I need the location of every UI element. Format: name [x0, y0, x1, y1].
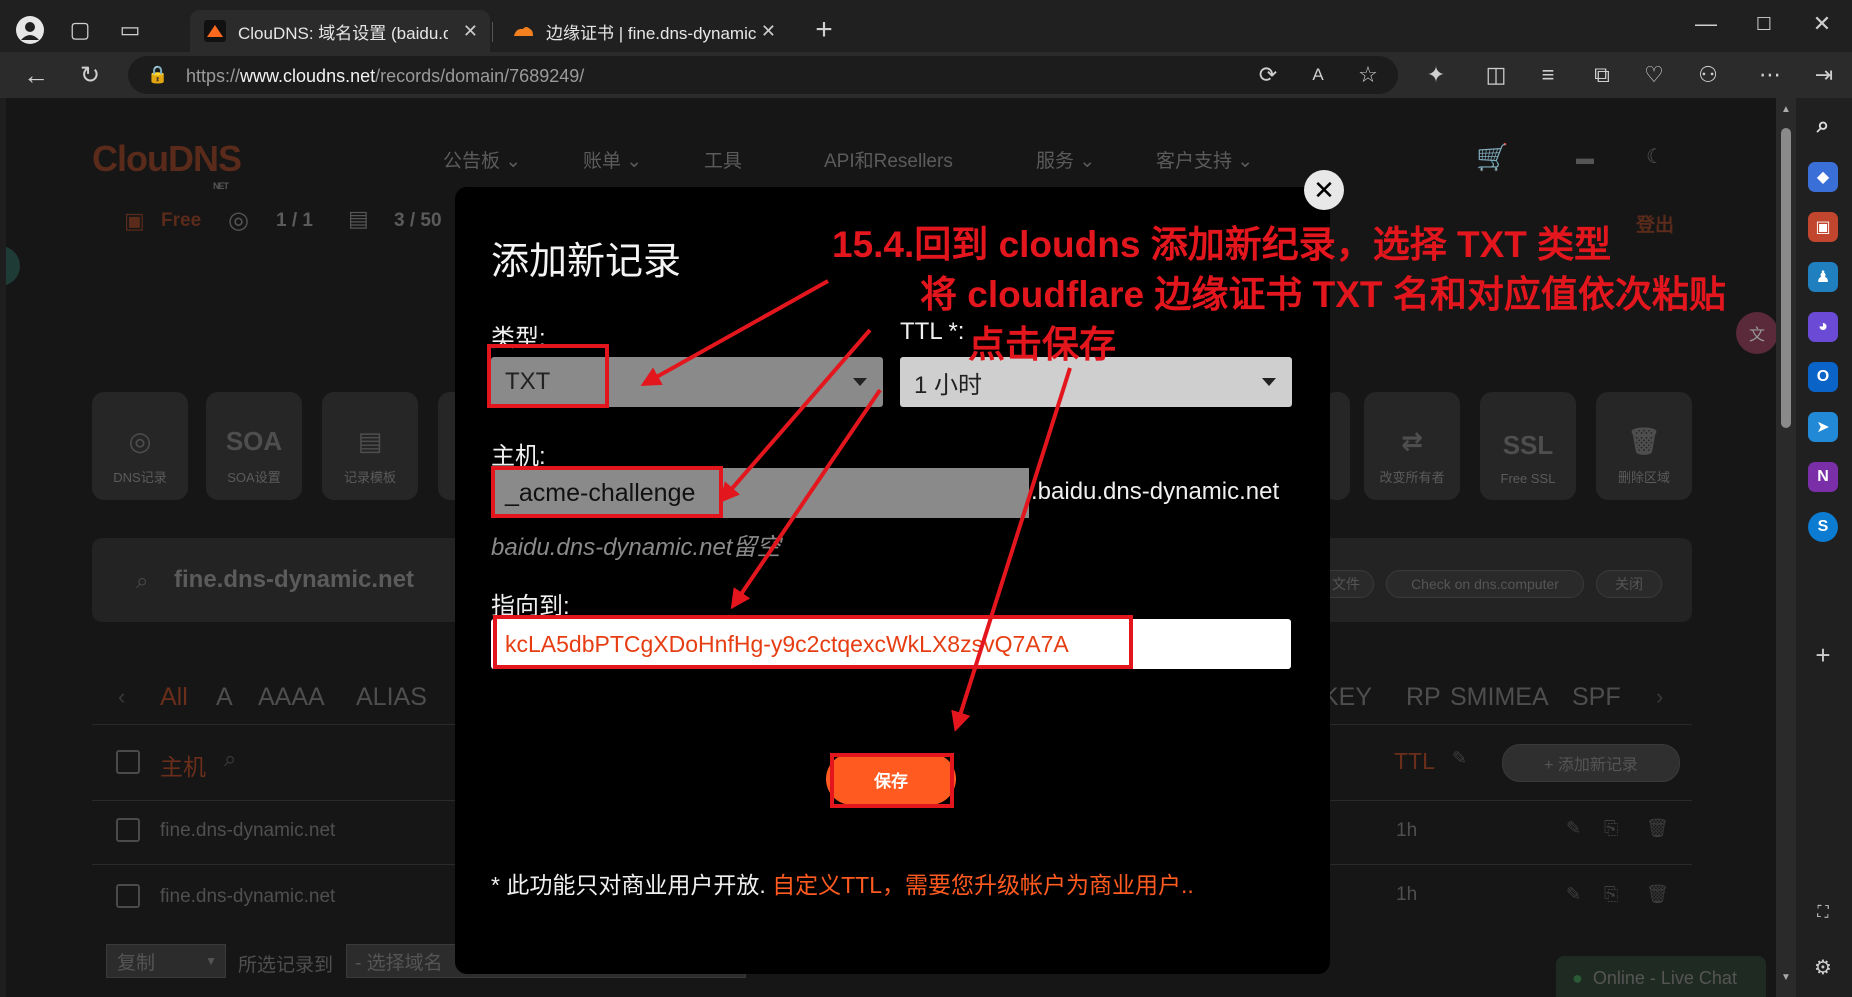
arrow-to-save [951, 367, 1072, 732]
arrow-to-value [730, 388, 882, 610]
annotation-arrows [640, 279, 1072, 732]
arrow-to-host [719, 328, 872, 504]
arrow-to-type [640, 279, 829, 386]
